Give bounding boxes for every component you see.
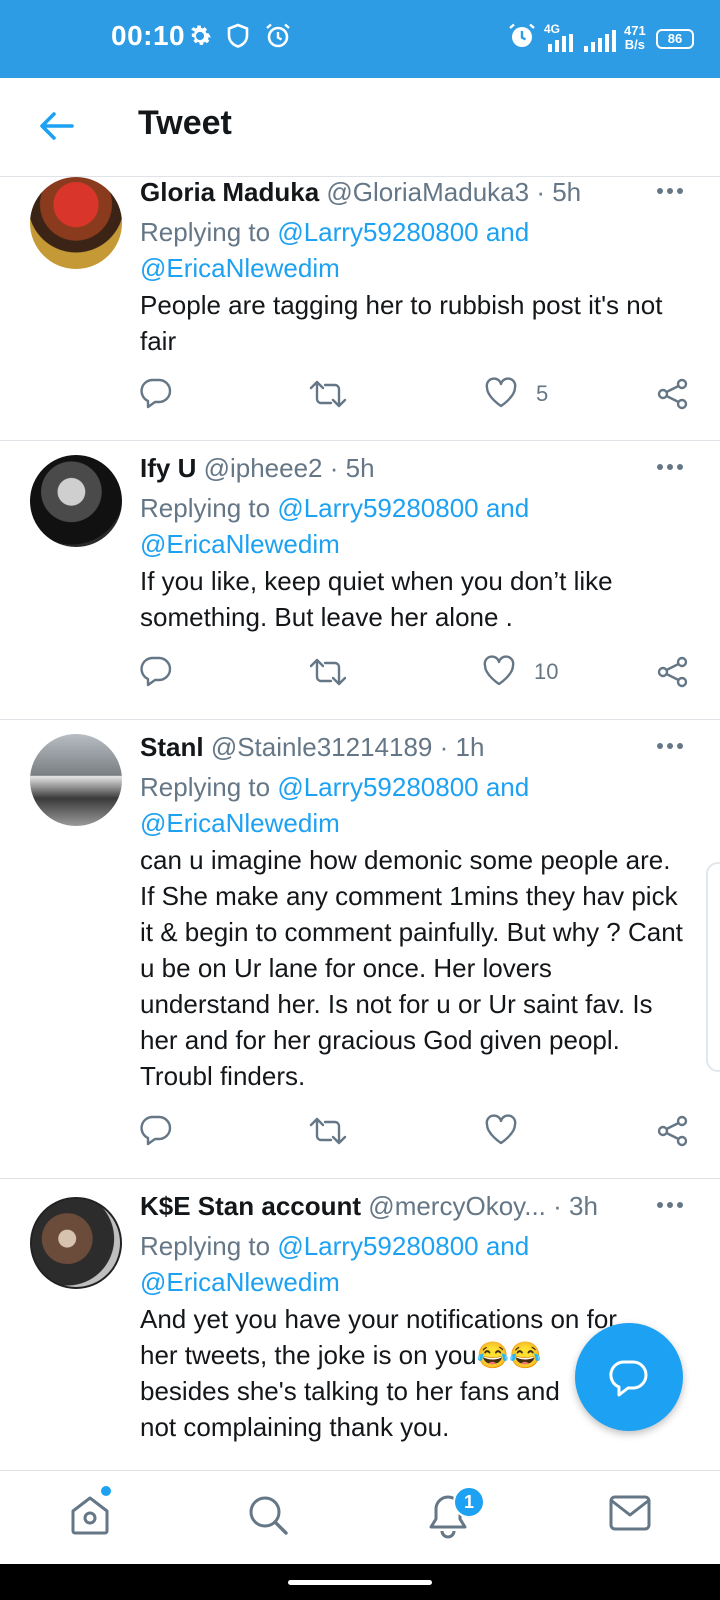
author-name[interactable]: Ify U — [140, 453, 196, 483]
avatar[interactable] — [30, 1197, 122, 1289]
shield-icon — [227, 23, 249, 48]
reply-fab-button[interactable] — [575, 1323, 683, 1431]
share-icon[interactable] — [656, 655, 690, 689]
replying-to: Replying to @Larry59280800 and @EricaNle… — [140, 772, 530, 838]
tweet-text: People are tagging her to rubbish post i… — [140, 290, 663, 356]
compose-reply-icon — [609, 1360, 648, 1397]
share-icon[interactable] — [656, 1114, 690, 1148]
tweet-actions — [0, 1112, 720, 1152]
author-name[interactable]: Stanl — [140, 732, 204, 762]
tweet-text: If you like, keep quiet when you don’t l… — [140, 566, 613, 632]
heart-icon[interactable] — [482, 655, 516, 687]
retweet-icon[interactable] — [308, 1116, 348, 1146]
replying-to: Replying to @Larry59280800 and @EricaNle… — [140, 217, 530, 283]
replying-to: Replying to @Larry59280800 and @EricaNle… — [140, 1231, 530, 1297]
tweet-reply[interactable]: Ify U @ipheee2 · 5h Replying to @Larry59… — [0, 441, 720, 720]
tweet-reply[interactable]: Gloria Maduka @GloriaMaduka3 · 5h Replyi… — [0, 177, 720, 441]
avatar[interactable] — [30, 455, 122, 547]
reply-icon[interactable] — [140, 1114, 172, 1146]
author-name[interactable]: Gloria Maduka — [140, 177, 319, 207]
mention-link[interactable]: @EricaNlewedim — [140, 1267, 340, 1297]
tweet-actions: 10 — [0, 653, 720, 693]
reply-icon[interactable] — [140, 655, 172, 687]
alarm-icon — [266, 23, 290, 48]
tweet-time: · 3h — [553, 1191, 598, 1221]
like-count: 5 — [536, 381, 549, 406]
more-options-icon[interactable] — [656, 1201, 684, 1209]
more-options-icon[interactable] — [656, 463, 684, 471]
reply-icon[interactable] — [140, 377, 172, 409]
clock: 00:10 — [111, 20, 186, 51]
top-app-bar: Tweet — [0, 78, 720, 177]
author-handle[interactable]: @GloriaMaduka3 — [326, 177, 529, 207]
system-gesture-bar — [0, 1564, 720, 1600]
mention-link[interactable]: @EricaNlewedim — [140, 808, 340, 838]
more-options-icon[interactable] — [656, 742, 684, 750]
home-indicator[interactable] — [288, 1580, 432, 1585]
bottom-navigation — [0, 1470, 720, 1565]
heart-icon[interactable] — [484, 1114, 518, 1146]
retweet-icon[interactable] — [308, 657, 348, 687]
notification-badge: 1 — [453, 1486, 485, 1518]
author-handle[interactable]: @ipheee2 — [204, 453, 323, 483]
home-icon[interactable] — [68, 1493, 112, 1537]
signal-icon — [548, 34, 573, 52]
status-bar: 00:10 4G 471 B/s 86 — [0, 0, 720, 78]
home-new-content-dot — [101, 1486, 111, 1496]
share-icon[interactable] — [656, 377, 690, 411]
author-handle[interactable]: @Stainle31214189 — [211, 732, 433, 762]
mention-link[interactable]: @Larry59280800 — [277, 1231, 478, 1261]
replying-to: Replying to @Larry59280800 and @EricaNle… — [140, 493, 530, 559]
heart-icon[interactable] — [484, 377, 518, 409]
alarm-icon — [509, 23, 535, 47]
messages-icon[interactable] — [608, 1493, 652, 1533]
author-handle[interactable]: @mercyOkoy... — [368, 1191, 546, 1221]
signal-icon — [584, 30, 616, 52]
tweet-text: can u imagine how demonic some people ar… — [140, 845, 683, 1091]
mention-link[interactable]: @Larry59280800 — [277, 772, 478, 802]
author-name[interactable]: K$E Stan account — [140, 1191, 361, 1221]
mention-link[interactable]: @EricaNlewedim — [140, 529, 340, 559]
mention-link[interactable]: @EricaNlewedim — [140, 253, 340, 283]
gear-icon — [191, 25, 211, 45]
tweet-actions: 5 — [0, 375, 720, 415]
mention-link[interactable]: @Larry59280800 — [277, 217, 478, 247]
page-title: Tweet — [138, 104, 232, 142]
tweet-time: · 1h — [439, 732, 485, 762]
network-speed: 471 B/s — [624, 23, 646, 52]
avatar[interactable] — [30, 734, 122, 826]
search-icon[interactable] — [246, 1493, 290, 1537]
tweet-reply[interactable]: Stanl @Stainle31214189 · 1h Replying to … — [0, 720, 720, 1179]
avatar[interactable] — [30, 177, 122, 269]
tweet-time: · 5h — [536, 177, 582, 207]
mention-link[interactable]: @Larry59280800 — [277, 493, 478, 523]
retweet-icon[interactable] — [308, 379, 348, 409]
like-count: 10 — [534, 659, 559, 684]
tweet-time: · 5h — [329, 453, 375, 483]
edge-panel-handle[interactable] — [706, 862, 720, 1072]
more-options-icon[interactable] — [656, 187, 684, 195]
arrow-left-icon[interactable] — [38, 110, 74, 142]
battery-icon: 86 — [656, 29, 694, 49]
